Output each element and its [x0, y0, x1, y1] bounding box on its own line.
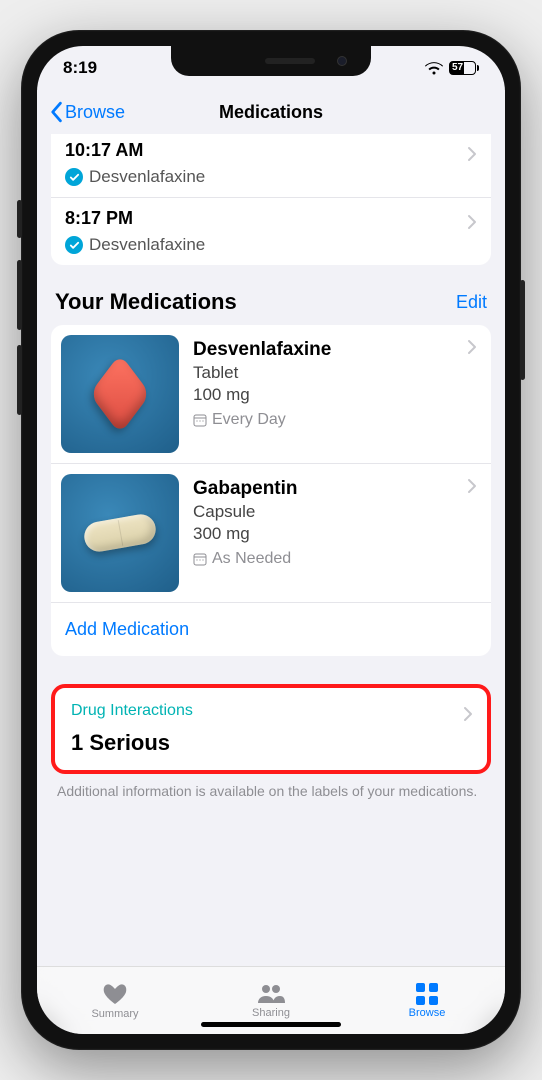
disclaimer-text: Additional information is available on t… — [57, 782, 485, 802]
tab-browse[interactable]: Browse — [349, 967, 505, 1034]
add-medication-button[interactable]: Add Medication — [51, 602, 491, 656]
check-icon — [65, 168, 83, 186]
medication-visual — [61, 335, 179, 453]
phone-frame: 8:19 57 Browse Medications 10:17 AM — [21, 30, 521, 1050]
tab-summary[interactable]: Summary — [37, 967, 193, 1034]
drug-interactions-count: 1 Serious — [71, 730, 471, 756]
grid-icon — [416, 983, 438, 1005]
home-indicator[interactable] — [201, 1022, 341, 1027]
heart-icon — [102, 982, 128, 1006]
calendar-icon — [193, 552, 207, 566]
log-row[interactable]: 8:17 PM Desvenlafaxine — [51, 197, 491, 265]
chevron-right-icon — [467, 339, 477, 360]
back-button[interactable]: Browse — [49, 101, 125, 123]
battery-icon: 57 — [449, 61, 479, 75]
log-time: 10:17 AM — [65, 140, 477, 161]
page-title: Medications — [219, 102, 323, 123]
log-time: 8:17 PM — [65, 208, 477, 229]
log-med-name: Desvenlafaxine — [89, 235, 205, 255]
chevron-right-icon — [467, 214, 477, 235]
wifi-icon — [425, 62, 443, 75]
screen: 8:19 57 Browse Medications 10:17 AM — [37, 46, 505, 1034]
tablet-icon — [90, 354, 151, 435]
medication-dose: 300 mg — [193, 524, 298, 544]
check-icon — [65, 236, 83, 254]
log-row[interactable]: 10:17 AM Desvenlafaxine — [51, 134, 491, 197]
nav-bar: Browse Medications — [37, 90, 505, 134]
medication-schedule: Every Day — [212, 411, 286, 429]
chevron-left-icon — [49, 101, 63, 123]
edit-button[interactable]: Edit — [456, 292, 487, 313]
chevron-right-icon — [463, 706, 473, 727]
chevron-right-icon — [467, 146, 477, 167]
medication-schedule: As Needed — [212, 550, 291, 568]
status-time: 8:19 — [63, 58, 97, 78]
notch — [171, 46, 371, 76]
medication-dose: 100 mg — [193, 385, 331, 405]
drug-interactions-card[interactable]: Drug Interactions 1 Serious — [51, 684, 491, 774]
medication-form: Tablet — [193, 363, 331, 383]
medications-card: Desvenlafaxine Tablet 100 mg Every Day G… — [51, 325, 491, 656]
medication-visual — [61, 474, 179, 592]
tab-label: Browse — [409, 1007, 446, 1019]
log-card: 10:17 AM Desvenlafaxine 8:17 PM Desvenla… — [51, 134, 491, 265]
capsule-icon — [82, 512, 158, 554]
tab-label: Summary — [91, 1008, 138, 1020]
medication-row[interactable]: Desvenlafaxine Tablet 100 mg Every Day — [51, 325, 491, 463]
log-med-name: Desvenlafaxine — [89, 167, 205, 187]
medication-form: Capsule — [193, 502, 298, 522]
calendar-icon — [193, 413, 207, 427]
medication-row[interactable]: Gabapentin Capsule 300 mg As Needed — [51, 463, 491, 602]
medication-name: Desvenlafaxine — [193, 339, 331, 361]
content: 10:17 AM Desvenlafaxine 8:17 PM Desvenla… — [37, 134, 505, 966]
medication-name: Gabapentin — [193, 478, 298, 500]
tab-label: Sharing — [252, 1007, 290, 1019]
chevron-right-icon — [467, 478, 477, 499]
drug-interactions-label: Drug Interactions — [71, 702, 471, 720]
back-label: Browse — [65, 102, 125, 123]
section-title: Your Medications — [55, 289, 237, 315]
people-icon — [255, 983, 287, 1005]
